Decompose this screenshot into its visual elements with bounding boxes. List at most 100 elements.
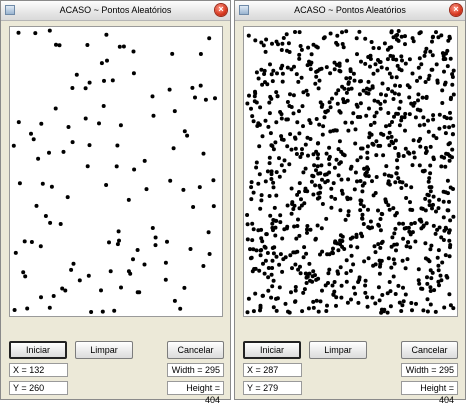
width-readout: Width = 295 xyxy=(167,363,224,377)
random-point xyxy=(445,275,450,280)
drawing-canvas[interactable] xyxy=(243,26,458,317)
random-point xyxy=(258,206,263,211)
clear-button[interactable]: Limpar xyxy=(75,341,133,359)
random-point xyxy=(39,121,44,126)
random-point xyxy=(391,274,396,279)
title-bar[interactable]: ACASO ~ Pontos Aleatórios × xyxy=(1,1,230,21)
random-point xyxy=(282,158,287,163)
random-point xyxy=(308,278,312,283)
random-point xyxy=(268,213,273,218)
random-point xyxy=(273,218,278,223)
random-point xyxy=(393,146,398,150)
random-point xyxy=(332,280,337,284)
close-icon[interactable]: × xyxy=(450,4,462,16)
random-point xyxy=(397,221,402,226)
close-icon[interactable]: × xyxy=(215,4,227,16)
random-point xyxy=(105,58,109,63)
random-point xyxy=(303,166,308,171)
random-point xyxy=(304,251,309,256)
random-point xyxy=(406,240,410,245)
drawing-canvas[interactable] xyxy=(9,26,223,317)
random-point xyxy=(274,170,279,175)
random-point xyxy=(285,65,290,70)
random-point xyxy=(358,208,363,213)
random-point xyxy=(420,286,425,291)
random-point xyxy=(16,120,21,125)
random-point xyxy=(245,101,250,106)
random-point xyxy=(89,310,94,314)
random-point xyxy=(371,263,376,268)
random-point xyxy=(275,71,279,76)
random-point xyxy=(368,219,373,224)
random-point xyxy=(171,146,176,151)
random-point xyxy=(366,79,371,84)
points-layer xyxy=(11,28,217,314)
random-point xyxy=(257,268,262,273)
random-point xyxy=(83,116,88,121)
random-point xyxy=(381,153,386,158)
random-point xyxy=(354,235,359,239)
random-point xyxy=(425,275,429,280)
random-point xyxy=(428,285,433,290)
random-point xyxy=(318,299,323,304)
random-point xyxy=(263,258,268,263)
random-point xyxy=(408,207,413,212)
random-point xyxy=(245,222,250,227)
random-point xyxy=(54,42,58,47)
cancel-button[interactable]: Cancelar xyxy=(401,341,458,359)
random-point xyxy=(417,31,422,36)
random-point xyxy=(411,138,416,143)
random-point xyxy=(336,88,341,93)
random-point xyxy=(416,65,421,70)
clear-button[interactable]: Limpar xyxy=(309,341,367,359)
random-point xyxy=(263,49,268,54)
random-point xyxy=(355,104,360,109)
random-point xyxy=(314,149,319,154)
window-right: ACASO ~ Pontos Aleatórios × Iniciar Limp… xyxy=(234,0,466,405)
random-point xyxy=(190,85,195,90)
random-point xyxy=(259,248,264,252)
random-point xyxy=(435,80,440,85)
random-point xyxy=(311,42,316,47)
random-point xyxy=(348,67,353,72)
random-point xyxy=(373,301,378,306)
random-point xyxy=(401,221,405,226)
cancel-button[interactable]: Cancelar xyxy=(167,341,224,359)
random-point xyxy=(387,71,392,76)
random-point xyxy=(336,248,341,253)
random-point xyxy=(389,75,394,80)
start-button[interactable]: Iniciar xyxy=(243,341,301,359)
random-point xyxy=(419,219,424,224)
random-point xyxy=(384,164,389,169)
random-point xyxy=(278,252,283,257)
random-point xyxy=(448,185,453,190)
random-point xyxy=(386,173,391,178)
random-point xyxy=(85,164,90,169)
random-point xyxy=(351,111,356,116)
random-point xyxy=(343,120,348,125)
random-point xyxy=(348,268,353,273)
random-point xyxy=(446,208,451,213)
random-point xyxy=(182,129,187,134)
random-point xyxy=(371,71,376,76)
start-button[interactable]: Iniciar xyxy=(9,341,67,359)
random-point xyxy=(391,57,396,62)
random-point xyxy=(296,79,301,84)
random-point xyxy=(301,290,306,295)
random-point xyxy=(51,294,56,298)
random-point xyxy=(416,278,421,283)
random-point xyxy=(445,64,450,69)
random-point xyxy=(364,113,369,118)
random-point xyxy=(362,166,367,171)
random-point xyxy=(104,183,109,187)
random-point xyxy=(331,128,336,133)
title-bar[interactable]: ACASO ~ Pontos Aleatórios × xyxy=(235,1,465,21)
random-point xyxy=(274,90,279,95)
random-point xyxy=(249,197,254,202)
random-point xyxy=(369,40,374,44)
random-point xyxy=(97,121,101,126)
random-point xyxy=(387,143,392,148)
random-point xyxy=(388,289,393,294)
random-point xyxy=(249,180,254,185)
random-point xyxy=(427,176,432,181)
